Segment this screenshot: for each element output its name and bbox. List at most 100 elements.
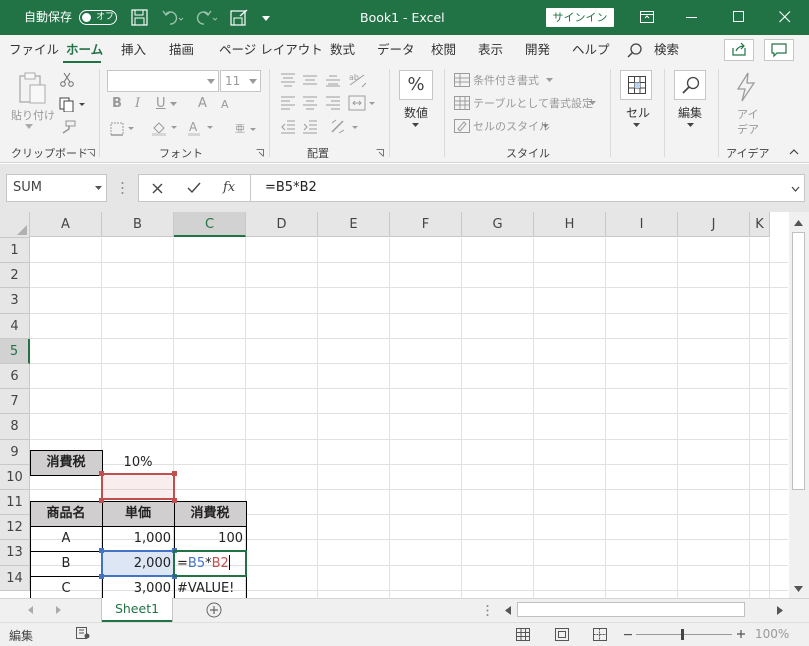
search-icon[interactable]: [627, 43, 642, 58]
row-header-7[interactable]: 7: [0, 389, 30, 415]
collapse-ribbon-icon[interactable]: [789, 149, 799, 155]
select-all-corner[interactable]: [0, 212, 30, 238]
align-top-icon[interactable]: [280, 73, 296, 87]
reference-resize-handle[interactable]: [172, 498, 177, 503]
save-as-icon[interactable]: [230, 9, 248, 27]
tab-draw[interactable]: 描画: [169, 35, 194, 65]
normal-view-icon[interactable]: [516, 628, 530, 641]
alignment-launcher-icon[interactable]: [376, 149, 384, 157]
reference-resize-handle[interactable]: [99, 498, 104, 503]
phonetic-icon[interactable]: 亜: [233, 120, 257, 136]
cancel-icon[interactable]: [152, 183, 163, 194]
vertical-scrollbar[interactable]: [789, 212, 809, 598]
number-dropdown-icon[interactable]: [412, 123, 419, 128]
tab-help[interactable]: ヘルプ: [572, 35, 610, 65]
conditional-formatting-label[interactable]: 条件付き書式: [473, 72, 539, 88]
scroll-right-icon[interactable]: [777, 606, 783, 615]
align-left-icon[interactable]: [280, 96, 296, 110]
prev-sheet-icon[interactable]: [28, 606, 33, 614]
column-header-c[interactable]: C: [174, 212, 246, 237]
column-header-i[interactable]: I: [606, 212, 678, 237]
scroll-down-icon[interactable]: [794, 586, 803, 592]
undo-icon[interactable]: [162, 9, 184, 26]
save-icon[interactable]: [131, 9, 148, 26]
scroll-left-icon[interactable]: [505, 606, 511, 615]
sheet-tab-sheet1[interactable]: Sheet1: [102, 598, 172, 622]
conditional-formatting-dropdown-icon[interactable]: [546, 78, 553, 83]
row-header-11[interactable]: 11: [0, 490, 30, 516]
format-painter-icon[interactable]: [60, 120, 76, 134]
row-header-12[interactable]: 12: [0, 515, 30, 541]
tab-view[interactable]: 表示: [478, 35, 503, 65]
shrink-font-button[interactable]: A: [221, 98, 229, 111]
editing-button[interactable]: [674, 70, 706, 100]
cells-dropdown-icon[interactable]: [633, 123, 640, 128]
column-header-j[interactable]: J: [678, 212, 750, 237]
cell-B1[interactable]: 10%: [102, 450, 174, 475]
zoom-level[interactable]: 100%: [755, 627, 789, 641]
tab-page-layout[interactable]: ページ レイアウト: [219, 35, 323, 65]
zoom-slider-track[interactable]: [636, 634, 732, 635]
align-bottom-icon[interactable]: [325, 73, 341, 87]
row-header-10[interactable]: 10: [0, 464, 30, 490]
page-break-view-icon[interactable]: [593, 628, 607, 641]
column-header-f[interactable]: F: [390, 212, 462, 237]
reference-resize-handle[interactable]: [99, 548, 104, 553]
tab-file[interactable]: ファイル: [9, 35, 59, 65]
tab-data[interactable]: データ: [377, 35, 415, 65]
macro-record-icon[interactable]: [76, 627, 90, 640]
format-as-table-label[interactable]: テーブルとして書式設定: [473, 95, 593, 111]
customize-qat-icon[interactable]: [262, 16, 270, 22]
underline-button[interactable]: U: [156, 96, 166, 111]
share-button[interactable]: [724, 39, 754, 61]
format-as-table-icon[interactable]: [454, 96, 470, 110]
column-header-e[interactable]: E: [318, 212, 390, 237]
fill-color-icon[interactable]: [151, 120, 179, 136]
clipboard-launcher-icon[interactable]: [87, 149, 95, 157]
next-sheet-icon[interactable]: [56, 606, 61, 614]
tell-me-search[interactable]: 検索: [654, 35, 679, 65]
cell-styles-label[interactable]: セルのスタイル: [473, 118, 550, 134]
italic-button[interactable]: I: [135, 96, 140, 111]
cut-icon[interactable]: [60, 72, 74, 87]
grow-font-button[interactable]: A: [198, 96, 207, 111]
column-header-d[interactable]: D: [246, 212, 318, 237]
scroll-up-icon[interactable]: [794, 220, 803, 226]
cell-styles-icon[interactable]: [454, 119, 470, 133]
paste-icon[interactable]: [17, 71, 47, 105]
redo-icon[interactable]: [196, 9, 218, 26]
worksheet-grid[interactable]: ABCDEFGHIJK 1 2 3 4 5 6 7 8 9 10 11 12 13 14 消費税 10% …: [0, 212, 809, 602]
borders-icon[interactable]: [110, 122, 138, 136]
row-header-5[interactable]: 5: [0, 338, 30, 364]
column-header-a[interactable]: A: [30, 212, 102, 237]
increase-indent-icon[interactable]: [302, 120, 318, 134]
bold-button[interactable]: B: [112, 96, 122, 111]
font-color-icon[interactable]: A: [187, 120, 215, 136]
align-right-icon[interactable]: [325, 96, 341, 110]
zoom-out-icon[interactable]: [624, 634, 632, 636]
underline-dropdown-icon[interactable]: [170, 102, 177, 107]
row-header-2[interactable]: 2: [0, 263, 30, 289]
autosave-toggle[interactable]: オフ: [79, 10, 117, 25]
font-size-combo[interactable]: 11: [220, 70, 261, 92]
page-layout-view-icon[interactable]: [555, 628, 569, 641]
row-header-14[interactable]: 14: [0, 565, 30, 591]
column-header-g[interactable]: G: [462, 212, 534, 237]
row-header-6[interactable]: 6: [0, 364, 30, 390]
zoom-slider-thumb[interactable]: [681, 629, 684, 640]
format-as-table-dropdown-icon[interactable]: [589, 101, 596, 106]
copy-icon[interactable]: [59, 97, 87, 112]
column-header-b[interactable]: B: [102, 212, 174, 237]
font-launcher-icon[interactable]: [256, 149, 264, 157]
cell-styles-dropdown-icon[interactable]: [542, 124, 549, 129]
row-header-8[interactable]: 8: [0, 414, 30, 440]
close-icon[interactable]: [779, 11, 791, 23]
expand-formula-bar-icon[interactable]: [791, 186, 800, 192]
wrap-text-icon[interactable]: [330, 119, 360, 135]
cells-button[interactable]: [620, 70, 652, 100]
tab-split-grip-icon[interactable]: [486, 604, 489, 617]
horizontal-scroll-thumb[interactable]: [517, 602, 745, 617]
vertical-scroll-thumb[interactable]: [792, 232, 805, 490]
row-header-1[interactable]: 1: [0, 238, 30, 264]
insert-function-icon[interactable]: fx: [223, 180, 235, 195]
